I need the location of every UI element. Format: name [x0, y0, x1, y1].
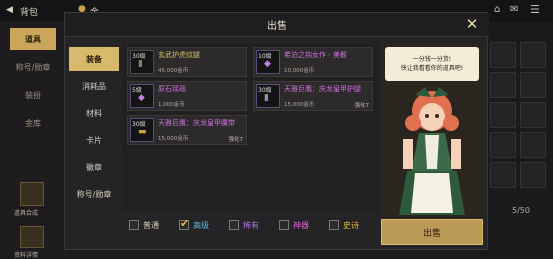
- item-card[interactable]: 30级 ▬ 天雅巨鹰：庆龙皇甲腰带 15,000金币 强化7: [127, 115, 247, 145]
- item-enhance-level: 强化7: [228, 137, 244, 143]
- item-card[interactable]: 30级 ▮ 玄武护虎纹腿 45,000金币: [127, 47, 247, 77]
- item-name: 原石瑶瑙: [158, 85, 186, 93]
- left-nav: 道具 称号/勋章 装扮 金库 道具合成 资料详情: [0, 22, 66, 259]
- item-name: 天雅巨鹰：庆龙皇甲腰带: [158, 119, 235, 127]
- inventory-slot[interactable]: [520, 162, 546, 188]
- item-name: 希泊之钩女作 - 美髫: [284, 51, 347, 59]
- filter-advanced-checkbox[interactable]: ✔: [179, 217, 190, 230]
- sell-dialog: 出售 ✕ 装备 消耗品 材料 卡片 徽章 称号/勋章 30级 ▮ 玄武护虎纹腿 …: [64, 12, 489, 250]
- dialog-title: 出售: [267, 21, 287, 32]
- category-list: 装备 消耗品 材料 卡片 徽章 称号/勋章: [69, 47, 119, 245]
- inventory-slot[interactable]: [490, 102, 516, 128]
- item-name: 玄武护虎纹腿: [158, 51, 200, 59]
- belt-icon: ▬: [138, 127, 147, 137]
- filter-rare-checkbox[interactable]: [229, 220, 239, 230]
- item-card[interactable]: 5级 ◆ 原石瑶瑙 1,000金币: [127, 81, 247, 111]
- category-materials[interactable]: 材料: [69, 101, 119, 125]
- checkmark-icon: ✔: [180, 217, 190, 230]
- gem-icon: ◆: [138, 93, 145, 103]
- home-icon[interactable]: ⌂: [494, 4, 500, 15]
- item-price: 10,000金币: [284, 68, 315, 74]
- category-consumables[interactable]: 消耗品: [69, 74, 119, 98]
- item-icon: 10级 ◆: [256, 50, 280, 74]
- close-icon[interactable]: ✕: [463, 15, 481, 33]
- inventory-slot[interactable]: [520, 42, 546, 68]
- category-cards[interactable]: 卡片: [69, 128, 119, 152]
- item-price: 1,000金币: [158, 102, 185, 108]
- filter-epic-label: 史诗: [343, 221, 359, 230]
- npc-merchant-portrait: [399, 87, 465, 215]
- dialog-title-bar: 出售: [65, 13, 489, 37]
- item-card[interactable]: 30级 ▮ 天雅巨鹰：庆龙皇甲护腿 15,000金币 强化7: [253, 81, 373, 111]
- item-grid: 30级 ▮ 玄武护虎纹腿 45,000金币 10级 ◆ 希泊之钩女作 - 美髫 …: [123, 43, 377, 211]
- inventory-slot[interactable]: [520, 132, 546, 158]
- item-icon: 30级 ▮: [256, 84, 280, 108]
- nav-item-titles[interactable]: 称号/勋章: [10, 56, 56, 78]
- sell-button[interactable]: 出售: [381, 219, 483, 245]
- category-emblems[interactable]: 徽章: [69, 155, 119, 179]
- npc-speech-line-1: 一分钱一分货!: [412, 56, 452, 63]
- npc-speech-bubble: 一分钱一分货! 快让我看看你的道具吧!: [385, 47, 479, 81]
- mail-icon[interactable]: ✉: [510, 4, 518, 15]
- filter-artifact-checkbox[interactable]: [279, 220, 289, 230]
- filter-epic-checkbox[interactable]: [329, 220, 339, 230]
- leg-armor-icon: ▮: [138, 59, 143, 69]
- item-icon: 30级 ▬: [130, 118, 154, 142]
- inventory-slot[interactable]: [490, 72, 516, 98]
- inventory-slot[interactable]: [490, 162, 516, 188]
- item-price: 45,000金币: [158, 68, 189, 74]
- inventory-bg: [484, 22, 553, 256]
- filter-normal-checkbox[interactable]: [129, 220, 139, 230]
- item-price: 15,000金币: [284, 102, 315, 108]
- inventory-slot[interactable]: [520, 102, 546, 128]
- inventory-slot[interactable]: [490, 42, 516, 68]
- rarity-filters: 普通 ✔ 高级 稀有 神器 史诗: [123, 215, 377, 237]
- item-price: 15,000金币: [158, 136, 189, 142]
- inventory-slot[interactable]: [520, 72, 546, 98]
- npc-speech-line-2: 快让我看看你的道具吧!: [400, 65, 464, 72]
- item-card[interactable]: 10级 ◆ 希泊之钩女作 - 美髫 10,000金币: [253, 47, 373, 77]
- synthesis-label: 道具合成: [14, 210, 39, 217]
- details-icon[interactable]: [20, 226, 44, 248]
- filter-rare-label: 稀有: [243, 221, 259, 230]
- item-enhance-level: 强化7: [354, 103, 370, 109]
- details-label: 资料详情: [14, 252, 39, 259]
- filter-advanced-label: 高级: [193, 221, 209, 230]
- filter-normal-label: 普通: [143, 221, 159, 230]
- npc-panel: 一分钱一分货! 快让我看看你的道具吧! 出售: [381, 43, 483, 245]
- nav-item-items[interactable]: 道具: [10, 28, 56, 50]
- leg-armor-icon: ▮: [264, 93, 269, 103]
- item-name: 天雅巨鹰：庆龙皇甲护腿: [284, 85, 361, 93]
- nav-item-costume[interactable]: 装扮: [10, 84, 56, 106]
- inventory-page-counter: 5/50: [512, 206, 530, 215]
- category-equipment[interactable]: 装备: [69, 47, 119, 71]
- inventory-slot[interactable]: [490, 132, 516, 158]
- nav-item-vault[interactable]: 金库: [10, 112, 56, 134]
- item-icon: 30级 ▮: [130, 50, 154, 74]
- menu-icon[interactable]: ☰: [530, 3, 540, 16]
- backpack-title: 背包: [20, 8, 39, 18]
- back-icon[interactable]: ◀: [6, 5, 13, 15]
- item-icon: 5级 ◆: [130, 84, 154, 108]
- filter-artifact-label: 神器: [293, 221, 309, 230]
- category-titles[interactable]: 称号/勋章: [69, 182, 119, 206]
- hairpiece-icon: ◆: [264, 59, 271, 69]
- synthesis-icon[interactable]: [20, 182, 44, 206]
